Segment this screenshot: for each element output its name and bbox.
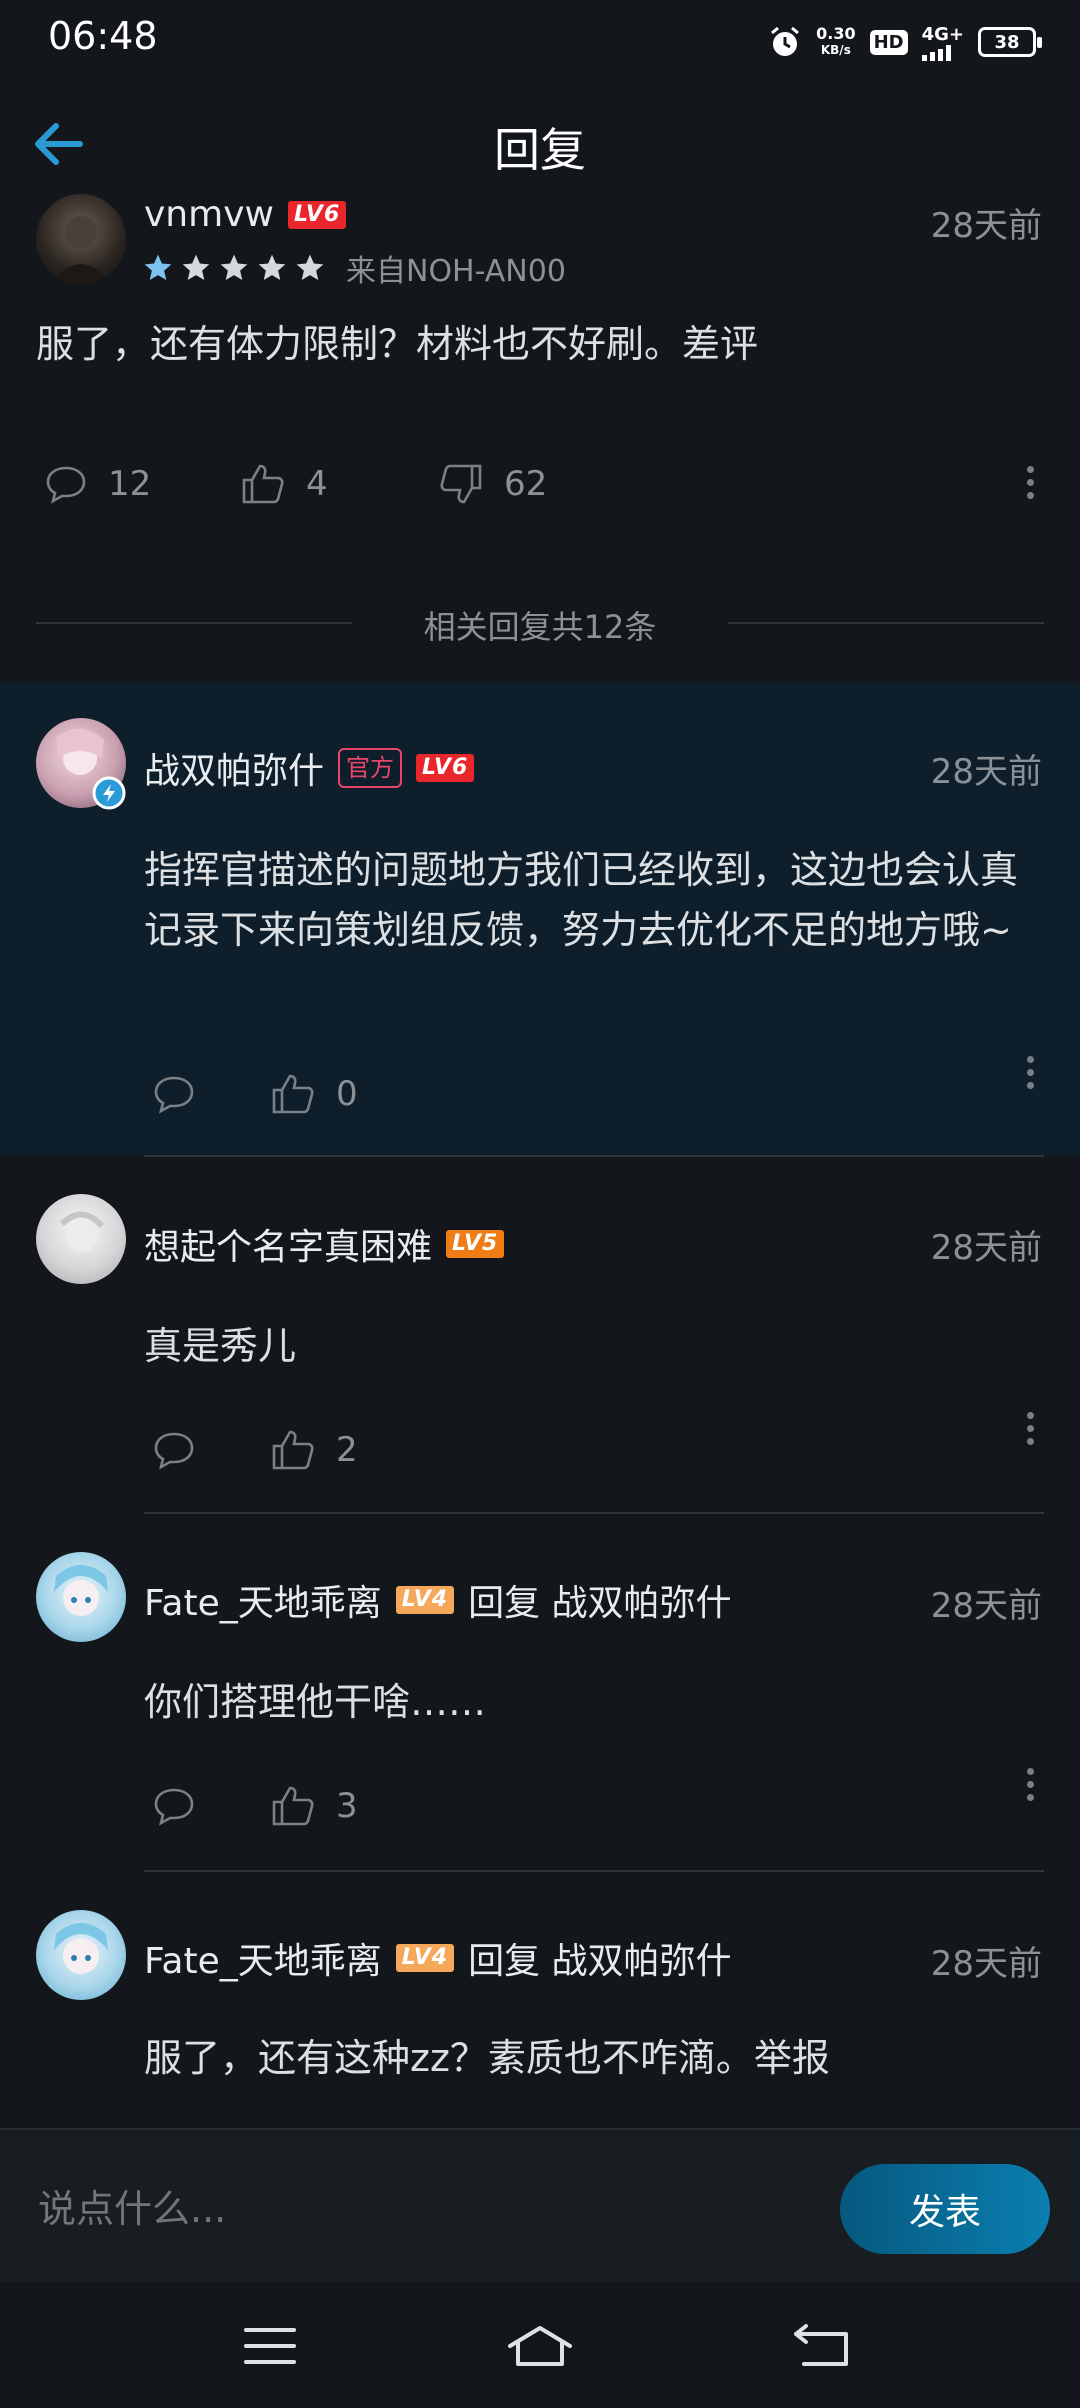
- dislike-button[interactable]: 62: [438, 462, 547, 506]
- like-button[interactable]: 3: [270, 1784, 358, 1828]
- dislikes-count: 62: [504, 464, 548, 504]
- level-badge: LV6: [416, 754, 475, 782]
- thumbs-up-icon: [272, 1786, 314, 1826]
- verified-icon: [92, 776, 126, 810]
- hd-icon: HD: [869, 29, 908, 55]
- thumbs-up-icon: [242, 464, 284, 504]
- reply-input[interactable]: [38, 2164, 798, 2254]
- reply-content: 服了，还有这种zz？素质也不咋滴。举报: [144, 2036, 830, 2080]
- more-icon[interactable]: [1027, 1406, 1034, 1451]
- username[interactable]: Fate_天地乖离: [144, 1932, 382, 1984]
- system-nav-bar: [0, 2282, 1080, 2408]
- reply-author-row: 想起个名字真困难 LV5: [144, 1218, 505, 1270]
- star-icon: [296, 254, 324, 280]
- status-icons: 0.30 KB/s HD 4G+ 38: [768, 22, 1042, 62]
- reply-time: 28天前: [930, 1944, 1042, 1984]
- comment-icon[interactable]: [152, 1784, 196, 1828]
- like-button[interactable]: 2: [270, 1428, 358, 1472]
- alarm-icon: [771, 26, 800, 56]
- reply-content: 真是秀儿: [144, 1324, 297, 1368]
- star-icon: [144, 254, 172, 280]
- signal-icon: 4G+: [921, 24, 964, 61]
- status-bar: 06:48 0.30 KB/s HD 4G+ 38: [0, 0, 1080, 84]
- divider-left: [36, 622, 352, 624]
- level-badge: LV6: [287, 200, 347, 229]
- rating-stars: 来自NOH-AN00: [142, 246, 566, 290]
- avatar[interactable]: [36, 1194, 126, 1284]
- likes-count: 4: [306, 464, 328, 504]
- divider: [144, 1870, 1044, 1872]
- reply-content: 你们搭理他干啥……: [144, 1680, 487, 1724]
- status-time: 06:48: [48, 14, 158, 58]
- like-button[interactable]: 4: [240, 462, 328, 506]
- likes-count: 3: [336, 1786, 358, 1826]
- star-icon: [220, 254, 248, 280]
- post-author-row: vnmvw LV6: [144, 194, 347, 235]
- likes-count: 0: [336, 1074, 358, 1114]
- username[interactable]: 想起个名字真困难: [144, 1218, 432, 1270]
- level-badge: LV5: [446, 1230, 505, 1258]
- post-time: 28天前: [930, 206, 1042, 246]
- more-icon[interactable]: [1027, 1762, 1034, 1807]
- post-content: 服了，还有体力限制？材料也不好刷。差评: [36, 322, 759, 366]
- comment-icon[interactable]: [152, 1428, 196, 1472]
- divider-right: [728, 622, 1044, 624]
- home-icon[interactable]: [500, 2316, 580, 2376]
- net-speed: 0.30 KB/s: [816, 24, 856, 58]
- reply-author-row: Fate_天地乖离 LV4 回复 战双帕弥什: [144, 1574, 732, 1626]
- likes-count: 2: [336, 1430, 358, 1470]
- username[interactable]: vnmvw: [144, 194, 274, 235]
- avatar[interactable]: [36, 1552, 126, 1642]
- comment-icon: [46, 466, 86, 504]
- reply-time: 28天前: [930, 1586, 1042, 1626]
- thumbs-up-icon: [272, 1074, 314, 1114]
- menu-icon[interactable]: [230, 2316, 310, 2376]
- comments-count: 12: [108, 464, 152, 504]
- username[interactable]: 战双帕弥什: [144, 742, 324, 794]
- avatar[interactable]: [36, 194, 126, 284]
- comment-icon[interactable]: [152, 1072, 196, 1116]
- level-badge: LV4: [395, 1944, 455, 1972]
- device-label: 来自NOH-AN00: [346, 254, 566, 289]
- more-icon[interactable]: [1027, 460, 1034, 505]
- more-icon[interactable]: [1027, 1050, 1034, 1095]
- like-button[interactable]: 0: [270, 1072, 358, 1116]
- username[interactable]: Fate_天地乖离: [144, 1574, 382, 1626]
- send-button[interactable]: 发表: [840, 2164, 1050, 2254]
- back-icon[interactable]: [784, 2316, 864, 2376]
- replies-count-label: 相关回复共12条: [423, 608, 657, 646]
- thumbs-down-icon: [440, 464, 482, 504]
- star-icon: [258, 254, 286, 280]
- star-icon: [182, 254, 210, 280]
- reply-author-row: 战双帕弥什 官方 LV6: [144, 742, 475, 794]
- official-tag: 官方: [338, 748, 403, 788]
- thumbs-up-icon: [272, 1430, 314, 1470]
- reply-to-label[interactable]: 回复 战双帕弥什: [468, 1574, 731, 1626]
- divider: [144, 1155, 1044, 1157]
- reply-bar: 发表: [0, 2128, 1080, 2282]
- divider: [144, 1512, 1044, 1514]
- reply-author-row: Fate_天地乖离 LV4 回复 战双帕弥什: [144, 1932, 732, 1984]
- reply-to-label[interactable]: 回复 战双帕弥什: [468, 1932, 731, 1984]
- avatar[interactable]: [36, 1910, 126, 2000]
- reply-time: 28天前: [930, 752, 1042, 792]
- page-title: 回复: [494, 123, 586, 177]
- reply-time: 28天前: [930, 1228, 1042, 1268]
- battery-icon: 38: [978, 27, 1042, 57]
- header: 回复: [0, 84, 1080, 200]
- comment-button[interactable]: 12: [44, 462, 151, 506]
- reply-content: 指挥官描述的问题地方我们已经收到，这边也会认真记录下来向策划组反馈，努力去优化不…: [144, 848, 1019, 952]
- level-badge: LV4: [395, 1586, 455, 1614]
